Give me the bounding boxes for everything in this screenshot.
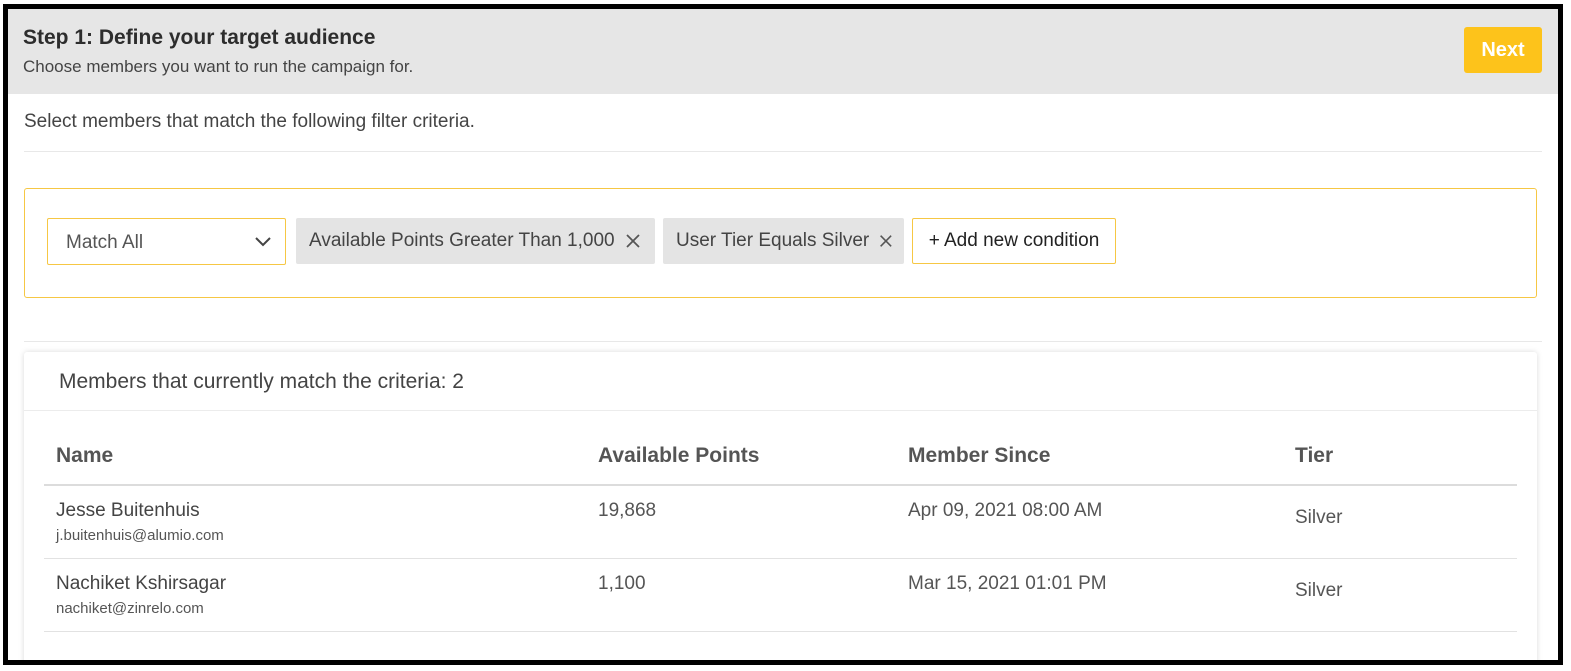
step-header: Step 1: Define your target audience Choo…: [8, 9, 1558, 94]
members-card: Members that currently match the criteri…: [24, 352, 1537, 660]
member-email: j.buitenhuis@alumio.com: [56, 527, 224, 544]
column-header-points[interactable]: Available Points: [598, 444, 759, 468]
page-title: Step 1: Define your target audience: [23, 26, 376, 49]
next-button[interactable]: Next: [1464, 27, 1542, 73]
member-since: Mar 15, 2021 01:01 PM: [908, 573, 1107, 594]
member-name: Jesse Buitenhuis: [56, 500, 200, 521]
add-condition-button[interactable]: + Add new condition: [912, 218, 1116, 264]
member-tier: Silver: [1295, 507, 1343, 528]
divider: [24, 410, 1537, 411]
match-mode-value: Match All: [66, 232, 144, 253]
column-header-name[interactable]: Name: [56, 444, 113, 468]
match-count-text: Members that currently match the criteri…: [59, 370, 464, 393]
filter-criteria-box: Match All Available Points Greater Than …: [24, 188, 1537, 298]
member-since: Apr 09, 2021 08:00 AM: [908, 500, 1103, 521]
page-subtitle: Choose members you want to run the campa…: [23, 57, 414, 76]
column-header-tier[interactable]: Tier: [1295, 444, 1333, 468]
match-mode-select[interactable]: Match All: [47, 218, 286, 265]
divider: [24, 341, 1542, 342]
divider: [24, 151, 1542, 152]
table-row[interactable]: Jesse Buitenhuis j.buitenhuis@alumio.com…: [44, 486, 1517, 559]
condition-chip: User Tier Equals Silver: [663, 218, 904, 264]
member-points: 1,100: [598, 573, 646, 594]
filter-intro-text: Select members that match the following …: [24, 111, 475, 132]
close-icon[interactable]: [878, 232, 894, 250]
member-points: 19,868: [598, 500, 657, 521]
condition-chip: Available Points Greater Than 1,000: [296, 218, 655, 264]
condition-label: User Tier Equals Silver: [676, 230, 870, 251]
condition-label: Available Points Greater Than 1,000: [309, 230, 615, 251]
member-name: Nachiket Kshirsagar: [56, 573, 227, 594]
close-icon[interactable]: [624, 232, 642, 250]
member-email: nachiket@zinrelo.com: [56, 600, 204, 617]
app-window: Step 1: Define your target audience Choo…: [3, 4, 1563, 665]
member-tier: Silver: [1295, 580, 1343, 601]
chevron-down-icon: [255, 237, 271, 247]
column-header-member-since[interactable]: Member Since: [908, 444, 1050, 468]
table-header: Name Available Points Member Since Tier: [44, 429, 1517, 486]
table-row[interactable]: Nachiket Kshirsagar nachiket@zinrelo.com…: [44, 559, 1517, 632]
